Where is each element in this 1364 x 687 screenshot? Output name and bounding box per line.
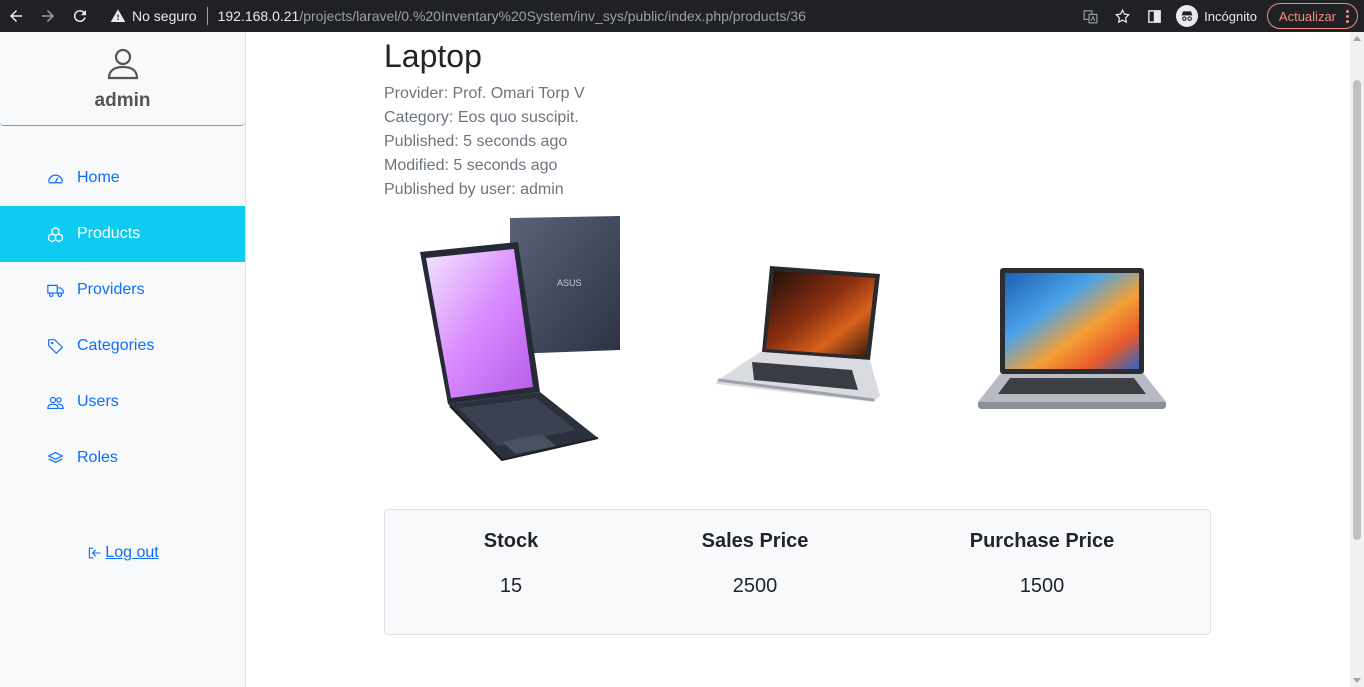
username: admin	[94, 90, 151, 111]
scroll-up-arrow[interactable]	[1353, 36, 1361, 41]
dashboard-icon	[48, 173, 63, 183]
scroll-thumb[interactable]	[1353, 80, 1361, 540]
sidebar-item-providers[interactable]: Providers	[0, 262, 245, 318]
divider	[206, 7, 208, 25]
sidebar-item-label: Providers	[77, 281, 145, 298]
update-button[interactable]: Actualizar	[1266, 3, 1358, 29]
product-image-2	[716, 266, 880, 402]
stat-purchase-price: Purchase Price 1500	[959, 530, 1125, 598]
url-text[interactable]: 192.168.0.21/projects/laravel/0.%20Inven…	[218, 8, 806, 24]
product-stats: Stock 15 Sales Price 2500 Purchase Price…	[384, 509, 1211, 635]
reload-icon	[73, 10, 86, 23]
incognito-indicator[interactable]: Incógnito	[1176, 5, 1257, 27]
sidebar-item-label: Products	[77, 225, 141, 242]
product-modified: Modified: 5 seconds ago	[384, 157, 558, 174]
arrow-right-icon	[42, 10, 54, 22]
back-button[interactable]	[0, 0, 32, 32]
side-panel-icon	[1147, 9, 1161, 23]
stat-label: Stock	[483, 530, 539, 552]
sidebar-item-roles[interactable]: Roles	[0, 430, 245, 486]
sidebar-item-label: Home	[77, 169, 120, 186]
main-content: Laptop Provider: Prof. Omari Torp V Cate…	[246, 32, 1350, 687]
stat-value: 2500	[732, 575, 778, 597]
sidebar-item-products[interactable]: Products	[0, 206, 245, 262]
translate-button[interactable]	[1074, 0, 1106, 32]
side-panel-button[interactable]	[1138, 0, 1170, 32]
sidebar-item-home[interactable]: Home	[0, 150, 245, 206]
stat-value: 1500	[1019, 575, 1065, 597]
svg-text:ASUS: ASUS	[557, 278, 582, 288]
star-icon	[1114, 8, 1130, 23]
more-vert-icon	[1346, 9, 1349, 23]
translate-icon	[1083, 9, 1098, 23]
product-image-1: ASUS	[420, 216, 620, 462]
product-provider: Provider: Prof. Omari Torp V	[384, 85, 585, 102]
tag-icon	[48, 338, 64, 354]
reload-button[interactable]	[64, 0, 96, 32]
scroll-down-arrow[interactable]	[1353, 678, 1361, 683]
warning-icon	[110, 9, 126, 22]
stat-value: 15	[499, 575, 523, 597]
address-bar[interactable]: No seguro 192.168.0.21/projects/laravel/…	[100, 0, 806, 32]
url-path: /projects/laravel/0.%20Inventary%20Syste…	[299, 8, 806, 24]
url-host: 192.168.0.21	[217, 8, 300, 24]
logout-link[interactable]: Log out	[0, 544, 246, 562]
sidebar: admin Home Products Providers Categories…	[0, 32, 246, 687]
product-title: Laptop	[384, 38, 482, 74]
product-published-by: Published by user: admin	[384, 181, 564, 198]
logout-icon	[89, 547, 101, 559]
forward-button[interactable]	[32, 0, 64, 32]
product-category: Category: Eos quo suscipit.	[384, 109, 579, 126]
product-published: Published: 5 seconds ago	[384, 133, 568, 150]
sidebar-item-categories[interactable]: Categories	[0, 318, 245, 374]
sidebar-menu: Home Products Providers Categories Users…	[0, 150, 245, 486]
stat-sales-price: Sales Price 2500	[685, 530, 825, 598]
user-profile: admin	[0, 32, 245, 126]
stat-stock: Stock 15	[465, 530, 557, 598]
incognito-icon	[1176, 5, 1199, 27]
sidebar-item-label: Categories	[77, 337, 155, 354]
product-meta: Provider: Prof. Omari Torp V Category: E…	[384, 82, 585, 202]
sidebar-item-label: Roles	[77, 449, 118, 466]
sidebar-item-label: Users	[77, 393, 119, 410]
sidebar-item-users[interactable]: Users	[0, 374, 245, 430]
layers-icon	[47, 451, 64, 463]
incognito-label: Incógnito	[1204, 8, 1257, 24]
security-label: No seguro	[132, 8, 197, 24]
product-image-3	[978, 268, 1166, 409]
bookmark-button[interactable]	[1106, 0, 1138, 32]
arrow-left-icon	[10, 10, 22, 22]
boxes-icon	[48, 226, 63, 242]
browser-toolbar: No seguro 192.168.0.21/projects/laravel/…	[0, 0, 1364, 32]
update-label: Actualizar	[1278, 8, 1336, 24]
security-indicator[interactable]: No seguro	[100, 8, 197, 24]
users-icon	[47, 396, 64, 409]
truck-icon	[47, 284, 64, 297]
page-scrollbar[interactable]	[1350, 32, 1364, 687]
stat-label: Purchase Price	[969, 530, 1115, 552]
user-icon	[107, 48, 138, 80]
logout-label: Log out	[105, 544, 159, 561]
product-images: ASUS	[384, 214, 1210, 464]
stat-label: Sales Price	[701, 530, 809, 552]
